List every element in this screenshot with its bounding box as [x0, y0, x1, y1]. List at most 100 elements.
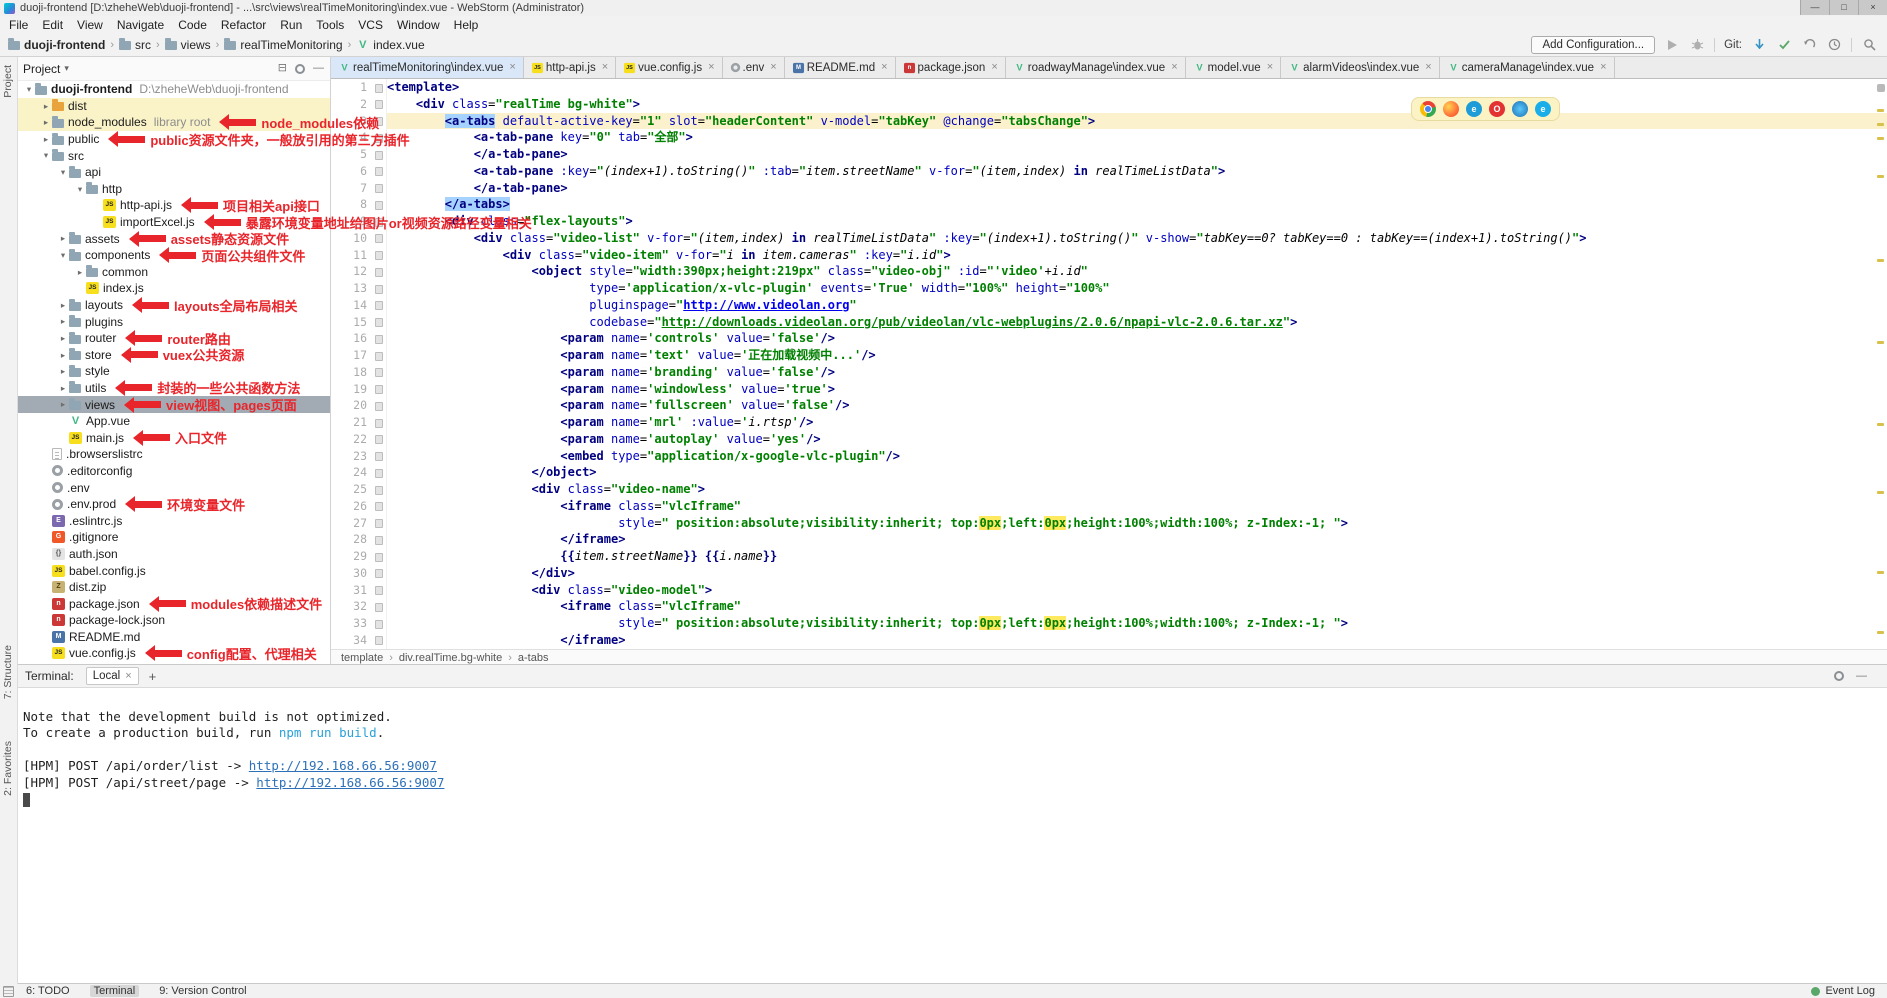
- close-icon[interactable]: ×: [1425, 62, 1431, 73]
- tool-stripe-project[interactable]: Project: [2, 65, 14, 98]
- minimize-panel-icon[interactable]: —: [1856, 671, 1867, 682]
- tree-item-src[interactable]: ▾src: [17, 147, 330, 164]
- warning-stripe-mark[interactable]: [1877, 631, 1884, 634]
- warning-stripe-mark[interactable]: [1877, 123, 1884, 126]
- chevron-right-icon[interactable]: ▸: [40, 135, 52, 144]
- tab-http-api-js[interactable]: JShttp-api.js×: [524, 57, 616, 78]
- statusbar-6-todo[interactable]: 6: TODO: [22, 985, 74, 997]
- tree-item-auth-json[interactable]: {}auth.json: [17, 546, 330, 563]
- breadcrumb-views[interactable]: views: [165, 38, 211, 52]
- editor-breadcrumb-div-realtime-bg-white[interactable]: div.realTime.bg-white: [399, 652, 502, 664]
- tree-item-common[interactable]: ▸common: [17, 264, 330, 281]
- chevron-right-icon[interactable]: ▸: [40, 118, 52, 127]
- warning-stripe-mark[interactable]: [1877, 571, 1884, 574]
- editor-breadcrumb-template[interactable]: template: [341, 652, 383, 664]
- new-terminal-button[interactable]: +: [149, 669, 157, 684]
- gear-icon[interactable]: [295, 64, 305, 74]
- warning-stripe-mark[interactable]: [1877, 423, 1884, 426]
- chevron-right-icon[interactable]: ▸: [57, 234, 69, 243]
- close-icon[interactable]: ×: [881, 62, 887, 73]
- tab-package-json[interactable]: npackage.json×: [896, 57, 1006, 78]
- maximize-button[interactable]: □: [1829, 0, 1858, 15]
- line-number[interactable]: 13: [331, 280, 373, 297]
- warning-stripe-mark[interactable]: [1877, 175, 1884, 178]
- line-number[interactable]: 30: [331, 565, 373, 582]
- line-number[interactable]: 6: [331, 163, 373, 180]
- menu-navigate[interactable]: Navigate: [110, 18, 171, 32]
- fold-marker-icon[interactable]: [373, 347, 387, 364]
- menu-help[interactable]: Help: [447, 18, 486, 32]
- tab-alarmvideos-index-vue[interactable]: ValarmVideos\index.vue×: [1281, 57, 1440, 78]
- line-number[interactable]: 11: [331, 247, 373, 264]
- tree-item-layouts[interactable]: ▸layoutslayouts全局布局相关: [17, 297, 330, 314]
- statusbar-9-version-control[interactable]: 9: Version Control: [155, 985, 250, 997]
- fold-marker-icon[interactable]: [373, 230, 387, 247]
- run-icon[interactable]: [1664, 37, 1680, 53]
- editor-breadcrumb-a-tabs[interactable]: a-tabs: [518, 652, 549, 664]
- chevron-down-icon[interactable]: ▾: [74, 185, 86, 194]
- chevron-down-icon[interactable]: ▾: [40, 151, 52, 160]
- debug-icon[interactable]: [1689, 37, 1705, 53]
- add-configuration-button[interactable]: Add Configuration...: [1531, 36, 1655, 54]
- firefox-browser-icon[interactable]: [1443, 101, 1459, 117]
- line-number[interactable]: 33: [331, 615, 373, 632]
- terminal-output[interactable]: Note that the development build is not o…: [17, 688, 1887, 808]
- line-number[interactable]: 1: [331, 79, 373, 96]
- chevron-down-icon[interactable]: ▾: [57, 251, 69, 260]
- rollback-icon[interactable]: [1801, 37, 1817, 53]
- close-button[interactable]: ×: [1858, 0, 1887, 15]
- tree-item-components[interactable]: ▾components页面公共组件文件: [17, 247, 330, 264]
- menu-run[interactable]: Run: [273, 18, 309, 32]
- breadcrumb-index-vue[interactable]: Vindex.vue: [356, 38, 424, 52]
- tree-item-package-json[interactable]: npackage.jsonmodules依赖描述文件: [17, 595, 330, 612]
- chrome-browser-icon[interactable]: [1420, 101, 1436, 117]
- line-number[interactable]: 23: [331, 448, 373, 465]
- close-icon[interactable]: ×: [125, 671, 131, 682]
- tree-item-babel-config-js[interactable]: JSbabel.config.js: [17, 562, 330, 579]
- minimize-button[interactable]: —: [1800, 0, 1829, 15]
- tab-env[interactable]: .env×: [723, 57, 785, 78]
- fold-marker-icon[interactable]: [373, 96, 387, 113]
- chevron-right-icon[interactable]: ▸: [40, 102, 52, 111]
- fold-marker-icon[interactable]: [373, 314, 387, 331]
- line-number[interactable]: 10: [331, 230, 373, 247]
- warning-stripe-mark[interactable]: [1877, 491, 1884, 494]
- git-commit-icon[interactable]: [1776, 37, 1792, 53]
- line-number[interactable]: 22: [331, 431, 373, 448]
- fold-marker-icon[interactable]: [373, 498, 387, 515]
- tree-item-plugins[interactable]: ▸plugins: [17, 313, 330, 330]
- close-icon[interactable]: ×: [770, 62, 776, 73]
- project-view-dropdown[interactable]: Project: [23, 62, 60, 76]
- chevron-right-icon[interactable]: ▸: [57, 400, 69, 409]
- fold-marker-icon[interactable]: [373, 582, 387, 599]
- chevron-right-icon[interactable]: ▸: [57, 317, 69, 326]
- tree-item-node-modules[interactable]: ▸node_moduleslibrary rootnode_modules依赖: [17, 114, 330, 131]
- tree-item-store[interactable]: ▸storevuex公共资源: [17, 347, 330, 364]
- line-number[interactable]: 18: [331, 364, 373, 381]
- tree-item-package-lock-json[interactable]: npackage-lock.json: [17, 612, 330, 629]
- line-number[interactable]: 21: [331, 414, 373, 431]
- line-number[interactable]: 2: [331, 96, 373, 113]
- terminal-link[interactable]: http://192.168.66.56:9007: [256, 775, 444, 790]
- fold-marker-icon[interactable]: [373, 381, 387, 398]
- line-number[interactable]: 24: [331, 464, 373, 481]
- line-number[interactable]: 12: [331, 263, 373, 280]
- line-number[interactable]: 31: [331, 582, 373, 599]
- terminal-settings-icon[interactable]: [1834, 671, 1844, 681]
- opera-browser-icon[interactable]: O: [1489, 101, 1505, 117]
- menu-view[interactable]: View: [70, 18, 110, 32]
- tree-item-editorconfig[interactable]: .editorconfig: [17, 463, 330, 480]
- chevron-down-icon[interactable]: ▾: [57, 168, 69, 177]
- collapse-all-icon[interactable]: ⊟: [278, 63, 287, 74]
- line-number[interactable]: 14: [331, 297, 373, 314]
- tool-stripe-structure[interactable]: 7: Structure: [2, 645, 14, 699]
- line-number[interactable]: 8: [331, 196, 373, 213]
- chevron-right-icon[interactable]: ▸: [57, 351, 69, 360]
- tool-window-switcher-icon[interactable]: [3, 986, 14, 997]
- terminal-link[interactable]: http://192.168.66.56:9007: [249, 758, 437, 773]
- fold-marker-icon[interactable]: [373, 464, 387, 481]
- chevron-right-icon[interactable]: ▸: [57, 367, 69, 376]
- line-number[interactable]: 27: [331, 515, 373, 532]
- menu-tools[interactable]: Tools: [309, 18, 351, 32]
- git-update-icon[interactable]: [1751, 37, 1767, 53]
